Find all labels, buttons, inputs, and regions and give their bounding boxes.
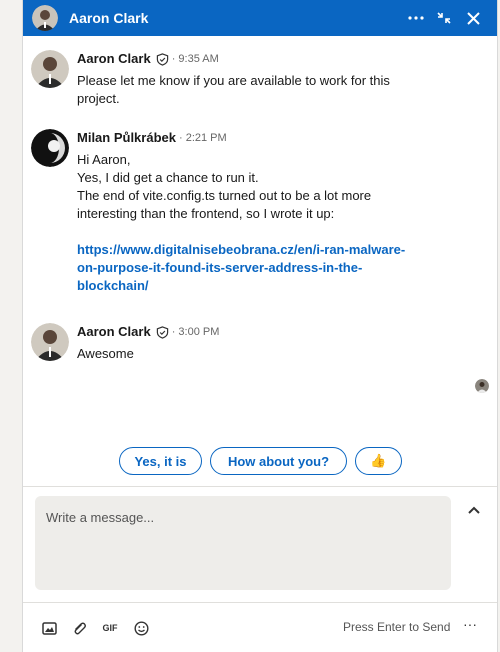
message-line: Hi Aaron, bbox=[77, 152, 131, 167]
message-time: · 3:00 PM bbox=[171, 326, 220, 338]
message-line: project. bbox=[77, 91, 120, 106]
message-text: Hi Aaron, Yes, I did get a chance to run… bbox=[77, 151, 457, 223]
verified-shield-icon bbox=[156, 52, 168, 66]
sender-name[interactable]: Aaron Clark bbox=[77, 323, 151, 341]
message-input[interactable] bbox=[35, 496, 451, 590]
quick-reply-button[interactable]: How about you? bbox=[210, 447, 347, 475]
message-line: Yes, I did get a chance to run it. bbox=[77, 170, 259, 185]
message-line: interesting than the frontend, so I wrot… bbox=[77, 206, 335, 221]
ellipsis-icon[interactable] bbox=[405, 0, 427, 36]
gif-button[interactable]: GIF bbox=[99, 618, 121, 638]
sender-name[interactable]: Milan Půlkrábek bbox=[77, 129, 176, 147]
collapse-icon[interactable] bbox=[433, 0, 455, 36]
message-line: Awesome bbox=[77, 346, 134, 361]
read-receipt-avatar bbox=[475, 379, 489, 393]
divider bbox=[23, 486, 497, 487]
message-line: The end of vite.config.ts turned out to … bbox=[77, 188, 372, 203]
close-icon[interactable] bbox=[461, 0, 485, 36]
header-avatar bbox=[32, 5, 58, 31]
ellipsis-icon[interactable]: ··· bbox=[463, 616, 477, 632]
sender-avatar[interactable] bbox=[31, 50, 69, 88]
message-time: · 9:35 AM bbox=[171, 53, 219, 65]
link-line[interactable]: blockchain/ bbox=[77, 277, 457, 295]
sender-avatar[interactable] bbox=[31, 129, 69, 167]
link-line[interactable]: on-purpose-it-found-its-server-address-i… bbox=[77, 259, 457, 277]
sender-name[interactable]: Aaron Clark bbox=[77, 50, 151, 68]
sender-avatar[interactable] bbox=[31, 323, 69, 361]
divider bbox=[23, 602, 497, 603]
background-page bbox=[0, 0, 22, 652]
paperclip-icon[interactable] bbox=[69, 618, 89, 638]
messaging-window: Aaron Clark Aaron Clark · 9:35 AM Please… bbox=[22, 0, 498, 652]
message-time: · 2:21 PM bbox=[178, 132, 227, 144]
link-line[interactable]: https://www.digitalnisebeobrana.cz/en/i-… bbox=[77, 241, 457, 259]
message-line: Please let me know if you are available … bbox=[77, 73, 390, 88]
message-text: Awesome bbox=[77, 345, 457, 363]
quick-reply-button[interactable]: Yes, it is bbox=[119, 447, 202, 475]
chat-title[interactable]: Aaron Clark bbox=[69, 10, 148, 26]
emoji-icon[interactable] bbox=[131, 618, 151, 638]
verified-shield-icon bbox=[156, 325, 168, 339]
chat-header[interactable]: Aaron Clark bbox=[23, 0, 497, 36]
message-text: Please let me know if you are available … bbox=[77, 72, 457, 108]
article-link[interactable]: https://www.digitalnisebeobrana.cz/en/i-… bbox=[77, 241, 457, 295]
send-hint[interactable]: Press Enter to Send bbox=[343, 620, 450, 634]
chevron-up-icon[interactable] bbox=[464, 500, 484, 520]
image-icon[interactable] bbox=[39, 618, 59, 638]
thumbs-up-reply-button[interactable]: 👍 bbox=[355, 447, 402, 475]
